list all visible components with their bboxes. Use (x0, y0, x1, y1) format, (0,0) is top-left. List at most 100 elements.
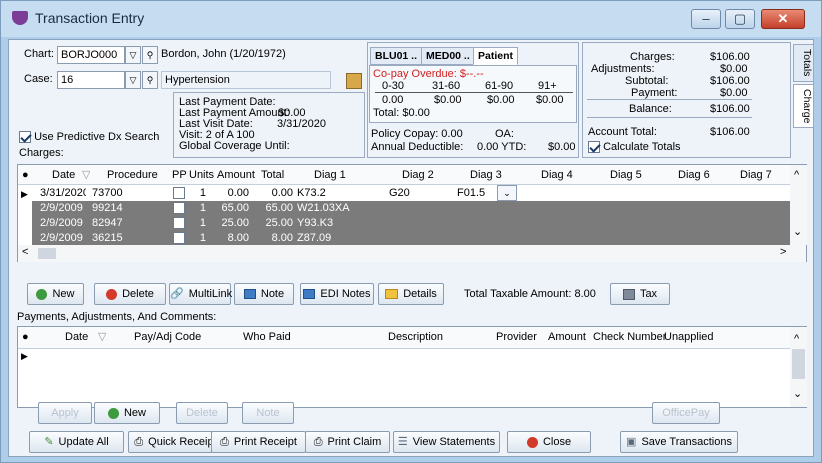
col-pay-date[interactable]: Date (63, 330, 88, 345)
tax-button[interactable]: Tax (610, 283, 670, 305)
cell-amount[interactable]: 0.00 (213, 186, 251, 201)
charges-vertical-scrollbar[interactable]: ^ ⌄ (790, 165, 807, 245)
cell-diag3[interactable]: F01.51 (455, 186, 485, 201)
chart-dropdown-button[interactable]: ▽ (125, 46, 141, 64)
cell-diag1[interactable]: Z87.09 (295, 231, 379, 246)
view-statements-button[interactable]: ☰ View Statements (393, 431, 500, 453)
scroll-up-icon[interactable]: ^ (794, 169, 799, 181)
details-button[interactable]: Details (378, 283, 444, 305)
cell-diag1[interactable]: W21.03XA (295, 201, 379, 216)
col-unapplied[interactable]: Unapplied (662, 330, 714, 345)
table-row[interactable]: 2/9/2009 36215 1 8.00 8.00 Z87.09 (32, 231, 790, 246)
col-description[interactable]: Description (386, 330, 443, 345)
table-row[interactable]: 3/31/20207370010.000.00K73.2G20F01.51⌄ (32, 185, 790, 201)
case-edit-icon[interactable] (346, 73, 362, 89)
col-diag3[interactable]: Diag 3 (468, 168, 502, 183)
cell-units[interactable]: 1 (186, 186, 208, 201)
tab-insurance-2[interactable]: MED00 .. (421, 47, 475, 65)
col-diag4[interactable]: Diag 4 (539, 168, 573, 183)
col-units[interactable]: Units (187, 168, 214, 183)
scroll-up-icon[interactable]: ^ (794, 333, 799, 345)
cell-procedure[interactable]: 73700 (90, 186, 150, 201)
cell-units[interactable]: 1 (186, 231, 208, 246)
print-receipt-button[interactable]: ⎙ Print Receipt (211, 431, 306, 453)
cell-total[interactable]: 8.00 (255, 231, 295, 246)
scroll-thumb[interactable] (38, 248, 56, 259)
cell-amount[interactable]: 65.00 (213, 201, 251, 216)
minimize-button[interactable]: – (691, 9, 721, 29)
chart-input[interactable]: BORJO000 (57, 46, 125, 64)
col-procedure[interactable]: Procedure (105, 168, 158, 183)
officepay-button[interactable]: OfficePay (652, 402, 720, 424)
cell-procedure[interactable]: 99214 (90, 201, 150, 216)
cell-diag1[interactable]: Y93.K3 (295, 216, 379, 231)
col-date[interactable]: Date (50, 168, 75, 183)
update-all-button[interactable]: ✎ Update All (29, 431, 124, 453)
cell-total[interactable]: 0.00 (255, 186, 295, 201)
scroll-thumb[interactable] (792, 349, 805, 379)
pp-checkbox[interactable] (173, 232, 185, 244)
case-input[interactable]: 16 (57, 71, 125, 89)
col-amount[interactable]: Amount (215, 168, 255, 183)
tab-insurance-1[interactable]: BLU01 .. (370, 47, 423, 65)
cell-diag3[interactable] (455, 216, 485, 231)
cell-date[interactable]: 2/9/2009 (38, 201, 86, 216)
scroll-right-icon[interactable]: > (780, 246, 786, 258)
cell-procedure[interactable]: 82947 (90, 216, 150, 231)
col-check-number[interactable]: Check Number (591, 330, 666, 345)
case-dropdown-button[interactable]: ▽ (125, 71, 141, 89)
charges-horizontal-scrollbar[interactable]: < > (18, 245, 806, 262)
scroll-down-icon[interactable]: ⌄ (793, 387, 802, 400)
pp-checkbox[interactable] (173, 217, 185, 229)
cell-amount[interactable]: 8.00 (213, 231, 251, 246)
print-claim-button[interactable]: ⎙ Print Claim (305, 431, 390, 453)
col-pp[interactable]: PP (170, 168, 187, 183)
multilink-button[interactable]: 🔗 MultiLink (169, 283, 232, 305)
delete-charge-button[interactable]: Delete (94, 283, 166, 305)
col-total[interactable]: Total (259, 168, 284, 183)
case-search-button[interactable]: ⚲ (142, 71, 158, 89)
calculate-totals-checkbox[interactable]: Calculate Totals (588, 141, 681, 154)
col-diag2[interactable]: Diag 2 (400, 168, 434, 183)
payment-note-button[interactable]: Note (242, 402, 294, 424)
col-diag6[interactable]: Diag 6 (676, 168, 710, 183)
cell-date[interactable]: 3/31/2020 (38, 186, 86, 201)
table-row[interactable]: 2/9/2009 82947 1 25.00 25.00 Y93.K3 (32, 216, 790, 231)
cell-amount[interactable]: 25.00 (213, 216, 251, 231)
cell-procedure[interactable]: 36215 (90, 231, 150, 246)
cell-diag2[interactable] (387, 216, 447, 231)
maximize-button[interactable]: ▢ (725, 9, 755, 29)
col-diag5[interactable]: Diag 5 (608, 168, 642, 183)
close-button[interactable]: Close (507, 431, 591, 453)
scroll-left-icon[interactable]: < (22, 246, 28, 258)
cell-diag1[interactable]: K73.2 (295, 186, 379, 201)
payments-vertical-scrollbar[interactable]: ^ ⌄ (790, 327, 807, 407)
cell-units[interactable]: 1 (186, 201, 208, 216)
new-payment-button[interactable]: New (94, 402, 160, 424)
col-who-paid[interactable]: Who Paid (241, 330, 291, 345)
save-transactions-button[interactable]: ▣ Save Transactions (620, 431, 738, 453)
apply-button[interactable]: Apply (38, 402, 92, 424)
filter-icon[interactable]: ▽ (96, 330, 106, 345)
chart-search-button[interactable]: ⚲ (142, 46, 158, 64)
pp-checkbox[interactable] (173, 202, 185, 214)
new-charge-button[interactable]: New (27, 283, 84, 305)
col-provider[interactable]: Provider (494, 330, 537, 345)
col-pay-adj-code[interactable]: Pay/Adj Code (132, 330, 201, 345)
cell-diag2[interactable] (387, 231, 447, 246)
filter-icon[interactable]: ▽ (80, 168, 90, 183)
col-pay-amount[interactable]: Amount (546, 330, 586, 345)
col-diag1[interactable]: Diag 1 (312, 168, 346, 183)
tab-totals[interactable]: Totals (793, 44, 814, 82)
delete-payment-button[interactable]: Delete (176, 402, 228, 424)
quick-receipt-button[interactable]: ⎙ Quick Receipt (128, 431, 223, 453)
note-button[interactable]: Note (234, 283, 294, 305)
predictive-dx-checkbox[interactable]: Use Predictive Dx Search (19, 131, 159, 144)
edi-notes-button[interactable]: EDI Notes (300, 283, 374, 305)
cell-diag3[interactable] (455, 231, 485, 246)
col-diag7[interactable]: Diag 7 (738, 168, 772, 183)
tab-patient[interactable]: Patient (473, 47, 519, 65)
cell-date[interactable]: 2/9/2009 (38, 216, 86, 231)
cell-total[interactable]: 65.00 (255, 201, 295, 216)
scroll-down-icon[interactable]: ⌄ (793, 225, 802, 238)
